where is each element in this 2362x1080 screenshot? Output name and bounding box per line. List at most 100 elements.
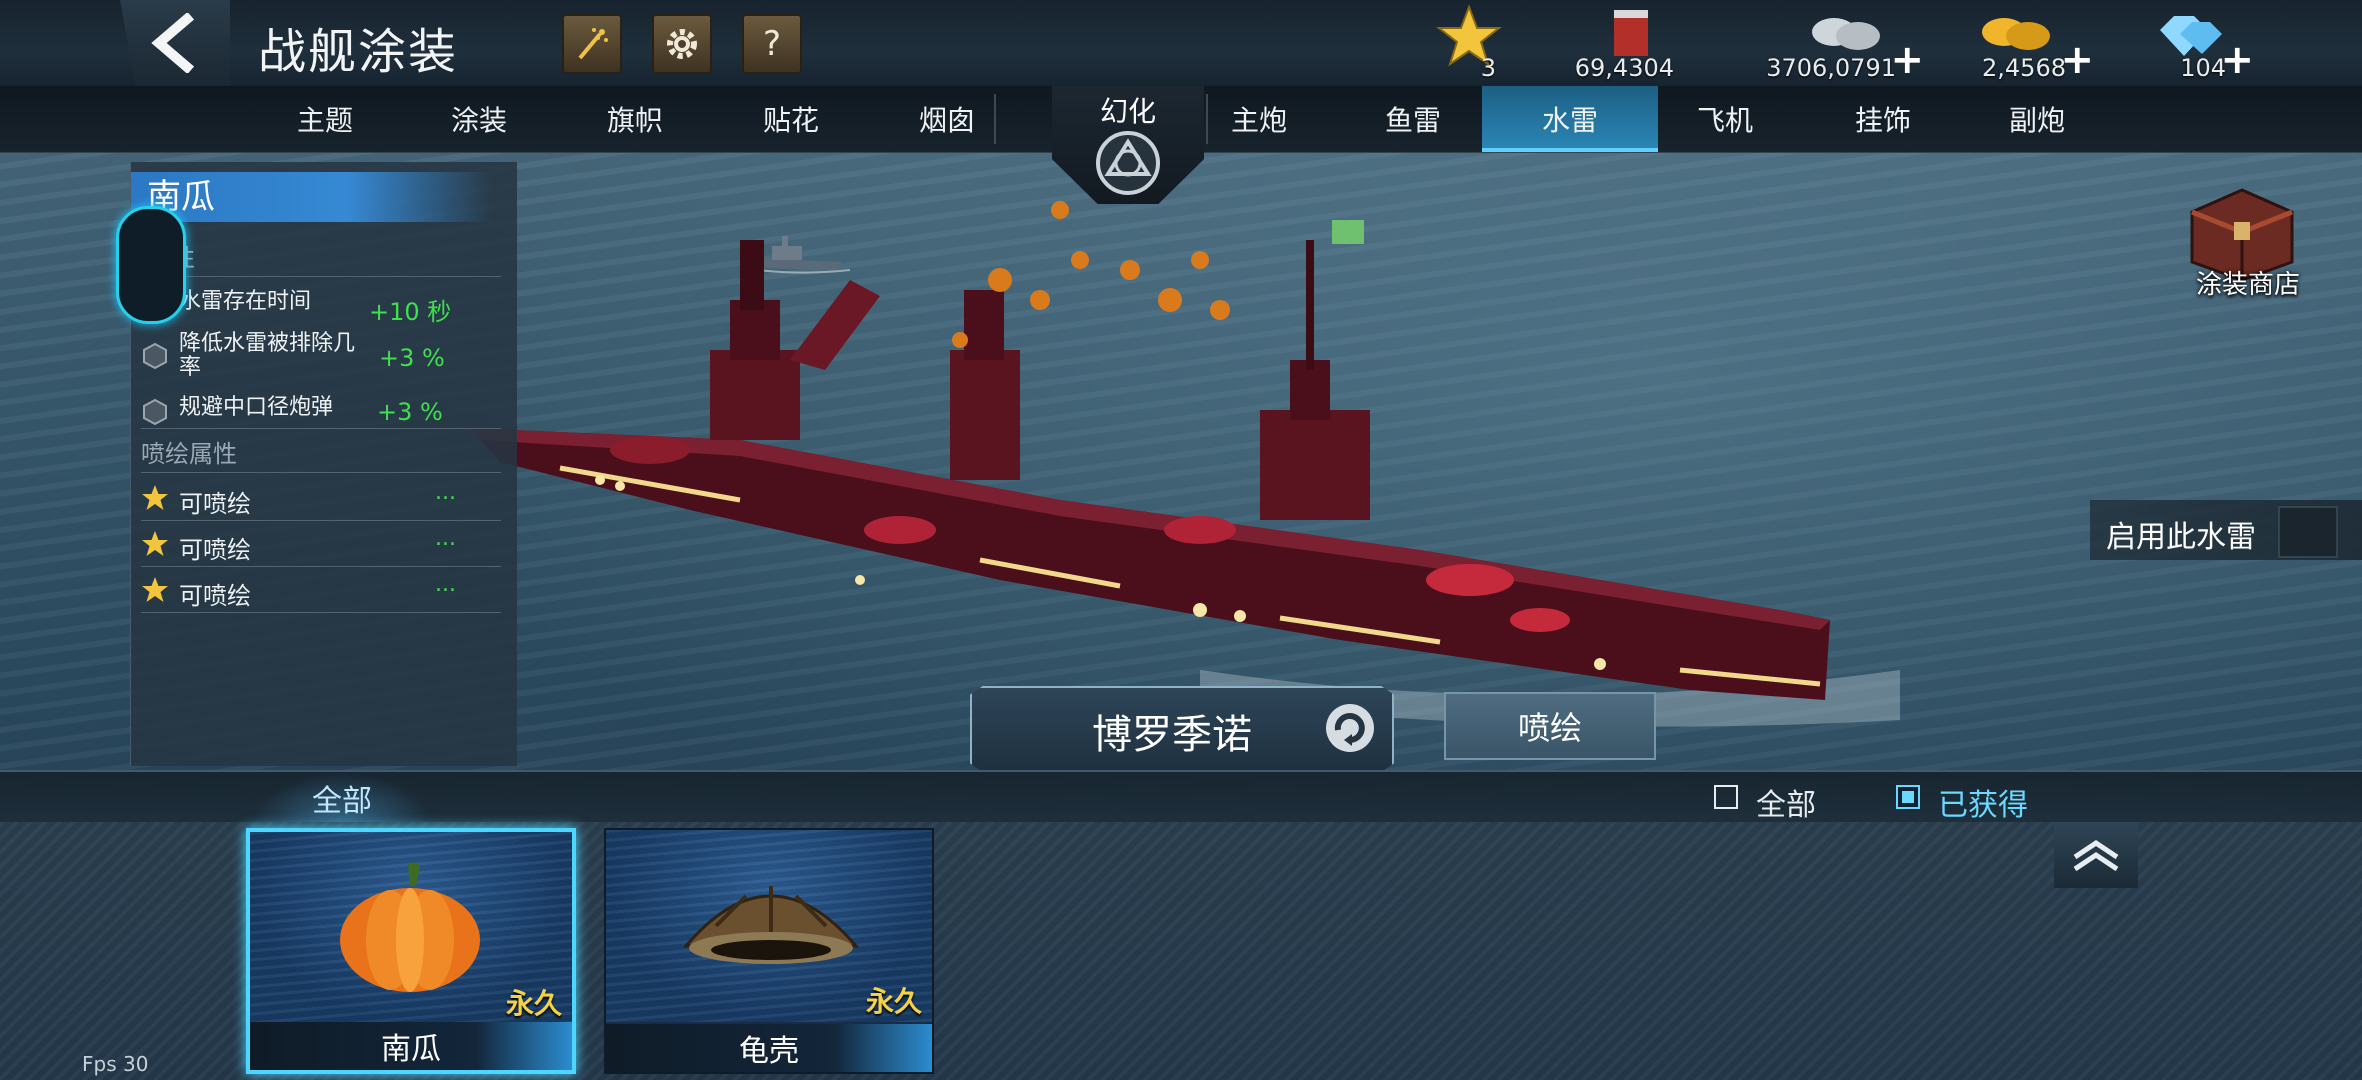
paint-slot: 可喷绘 ... <box>141 476 501 520</box>
enable-mine-button[interactable]: 启用此水雷 <box>2090 500 2362 560</box>
paint-slot-value: ... <box>435 480 456 505</box>
ship-name: 博罗季诺 <box>1092 712 1252 758</box>
attribute-label: 水雷存在时间 <box>179 289 312 314</box>
divider <box>141 276 501 277</box>
gear-icon <box>667 29 697 59</box>
enable-mine-label: 启用此水雷 <box>2106 520 2256 555</box>
attribute-label: 降低水雷被排除几率 <box>179 331 356 380</box>
item-duration: 永久 <box>505 987 562 1020</box>
tab-main-gun[interactable]: 主炮 <box>1184 86 1334 152</box>
tab-mine[interactable]: 水雷 <box>1482 86 1658 152</box>
star-slot-icon <box>142 531 168 556</box>
paint-shop-label[interactable]: 涂装商店 <box>2196 264 2300 301</box>
fireworks-button[interactable] <box>562 14 622 74</box>
gold-coins-icon <box>1982 18 2050 50</box>
attribute-value: +10 秒 <box>369 298 452 326</box>
paint-button[interactable]: 喷绘 <box>1444 692 1656 760</box>
paint-slot: 可喷绘 ... <box>141 568 501 612</box>
resource-gold[interactable]: 2,4568 + <box>1966 4 2094 84</box>
tab-torpedo[interactable]: 鱼雷 <box>1338 86 1488 152</box>
tab-flag[interactable]: 旗帜 <box>560 86 710 152</box>
fireworks-icon <box>578 28 608 60</box>
help-label: ? <box>762 24 782 64</box>
item-card-pumpkin[interactable]: 永久 南瓜 <box>246 828 576 1074</box>
double-chevron-up-icon <box>2073 839 2119 872</box>
paint-section-label: 喷绘属性 <box>141 440 237 468</box>
divider <box>141 612 501 613</box>
tab-divider <box>994 94 996 144</box>
settings-button[interactable] <box>652 14 712 74</box>
owned-filter-checkbox[interactable] <box>1896 785 1920 809</box>
attribute-value: +3 % <box>377 398 443 426</box>
star-slot-icon <box>142 485 168 510</box>
item-card-turtle-shell[interactable]: 永久 龟壳 <box>604 828 934 1074</box>
ship-switch-button[interactable]: 博罗季诺 <box>970 686 1394 772</box>
tab-all-items[interactable]: 全部 <box>252 772 432 824</box>
back-arrow-icon <box>151 13 195 73</box>
divider <box>141 520 501 521</box>
paint-slot-value: ... <box>435 526 456 551</box>
tab-decal[interactable]: 贴花 <box>716 86 866 152</box>
diamond-value: 104 <box>2180 54 2226 82</box>
tab-funnel[interactable]: 烟囱 <box>872 86 1022 152</box>
diamond-plus-icon[interactable]: + <box>2220 40 2254 80</box>
tab-theme[interactable]: 主题 <box>250 86 400 152</box>
item-name: 龟壳 <box>606 1024 932 1072</box>
gold-plus-icon[interactable]: + <box>2060 40 2094 80</box>
paint-slot-label: 可喷绘 <box>179 536 251 564</box>
page-title: 战舰涂装 <box>258 24 459 80</box>
skin-name: 南瓜 <box>131 172 491 222</box>
attribute-row: 降低水雷被排除几率 +3 % <box>141 330 501 386</box>
enable-mine-toggle[interactable] <box>2278 506 2338 558</box>
silver-value: 3706,0791 <box>1766 54 1896 82</box>
resource-stars: 3 <box>1436 4 1502 84</box>
resource-diamond[interactable]: 104 + <box>2156 4 2254 84</box>
paint-slot: 可喷绘 ... <box>141 522 501 566</box>
paint-slot-label: 可喷绘 <box>179 582 251 610</box>
fps-counter: Fps 30 <box>82 1052 149 1076</box>
attribute-label: 规避中口径炮弹 <box>179 395 334 420</box>
paint-slot-value: ... <box>435 572 456 597</box>
top-bar: 战舰涂装 ? 3 69,4304 3706,0791 + 2,4568 + 10… <box>0 0 2362 88</box>
back-button[interactable] <box>120 0 230 86</box>
all-filter-label[interactable]: 全部 <box>1756 780 1816 824</box>
collapse-tray-button[interactable] <box>2054 822 2138 888</box>
gold-value: 2,4568 <box>1982 54 2066 82</box>
event-badge-icon[interactable] <box>116 206 186 324</box>
paint-value: 69,4304 <box>1574 54 1674 82</box>
owned-filter-label[interactable]: 已获得 <box>1938 780 2028 824</box>
divider <box>141 472 501 473</box>
diamond-icon <box>2160 16 2222 56</box>
tab-aircraft[interactable]: 飞机 <box>1650 86 1800 152</box>
tab-secondary-gun[interactable]: 副炮 <box>1962 86 2112 152</box>
hexagon-attribute-icon <box>143 342 167 370</box>
help-button[interactable]: ? <box>742 14 802 74</box>
hexagon-attribute-icon <box>143 398 167 426</box>
transform-label: 幻化 <box>1099 95 1156 128</box>
paint-bucket-icon <box>1614 10 1648 56</box>
resource-silver[interactable]: 3706,0791 + <box>1756 4 1924 84</box>
refresh-icon <box>1326 704 1374 752</box>
item-duration: 永久 <box>865 985 922 1018</box>
silver-coins-icon <box>1812 18 1880 50</box>
silver-plus-icon[interactable]: + <box>1890 40 1924 80</box>
attribute-value: +3 % <box>379 344 445 372</box>
star-slot-icon <box>142 577 168 602</box>
resource-paint: 69,4304 <box>1574 4 1674 84</box>
all-filter-checkbox[interactable] <box>1714 785 1738 809</box>
divider <box>141 566 501 567</box>
pumpkin-mine-icon <box>340 862 480 992</box>
tab-ornament[interactable]: 挂饰 <box>1808 86 1958 152</box>
divider <box>141 428 501 429</box>
filter-bar: 全部 全部 已获得 <box>0 770 2362 824</box>
item-tray: 永久 南瓜 永久 龟壳 <box>0 822 2362 1080</box>
stars-value: 3 <box>1480 54 1496 82</box>
attribute-row: 水雷存在时间 +10 秒 <box>141 288 501 328</box>
mine-info-panel: 南瓜 性 水雷存在时间 +10 秒 降低水雷被排除几率 +3 % 规避中口径炮弹… <box>130 162 517 766</box>
transform-emblem-icon <box>1096 131 1160 195</box>
paint-slot-label: 可喷绘 <box>179 490 251 518</box>
item-name: 南瓜 <box>250 1022 572 1070</box>
battleship-model <box>470 201 1900 727</box>
tab-paint[interactable]: 涂装 <box>404 86 554 152</box>
turtle-shell-mine-icon <box>682 886 860 964</box>
